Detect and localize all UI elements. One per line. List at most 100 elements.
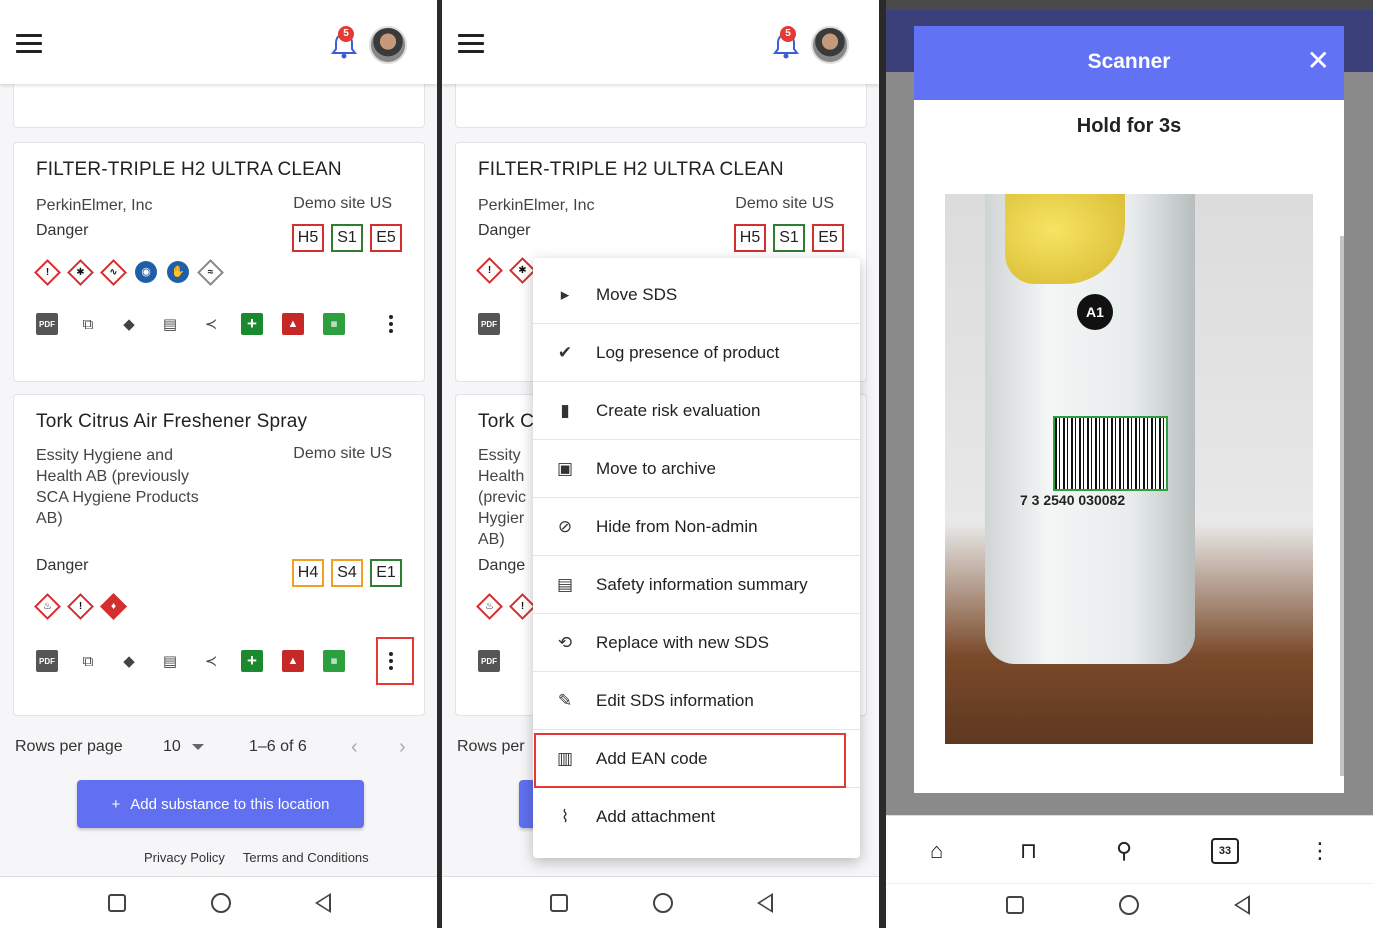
first-aid-icon[interactable]: + [241, 313, 263, 335]
card-actions: PDF ⧉ ◆ ▤ ≺ + ▲ ▦ [36, 650, 345, 672]
recent-apps-icon[interactable] [108, 894, 126, 912]
fire-safety-icon[interactable]: ▲ [282, 313, 304, 335]
menu-item-label: Create risk evaluation [596, 400, 761, 420]
privacy-policy-link[interactable]: Privacy Policy [144, 850, 225, 865]
safety-risk-code: S1 [331, 224, 363, 252]
menu-item-log-presence[interactable]: ✔ Log presence of product [533, 324, 860, 382]
tag-icon[interactable]: ◆ [118, 313, 140, 335]
notifications-bell-icon[interactable]: 5 [331, 26, 357, 60]
camera-preview: A1 7 3 2540 030082 [945, 194, 1313, 744]
pdf-icon[interactable]: PDF [478, 650, 500, 672]
barcode-number: 7 3 2540 030082 [1020, 492, 1126, 508]
substance-title[interactable]: Tork Citrus Air Freshener Spray [36, 411, 307, 433]
chevron-down-icon[interactable] [192, 744, 204, 750]
menu-item-move-sds[interactable]: ▸ Move SDS [533, 266, 860, 324]
back-icon[interactable] [1234, 895, 1250, 915]
signal-word: Danger [36, 222, 89, 239]
flammable-hazard-icon: ♨ [34, 593, 61, 620]
add-substance-label: Add substance to this location [130, 795, 330, 813]
close-icon[interactable]: ✕ [1307, 46, 1330, 76]
terms-link[interactable]: Terms and Conditions [243, 850, 369, 865]
menu-item-label: Safety information summary [596, 574, 808, 594]
menu-item-label: Log presence of product [596, 342, 780, 362]
health-risk-code: H5 [292, 224, 324, 252]
substance-card[interactable]: FILTER-TRIPLE H2 ULTRA CLEAN PerkinElmer… [13, 142, 425, 382]
risk-codes: H5 S1 E5 [292, 224, 402, 252]
print-log-icon[interactable]: ▤ [159, 313, 181, 335]
environment-hazard-icon: ≈ [197, 258, 224, 286]
label-icon[interactable]: ▦ [323, 313, 345, 335]
label-icon[interactable]: ▦ [323, 650, 345, 672]
menu-item-create-risk-evaluation[interactable]: ▮ Create risk evaluation [533, 382, 860, 440]
menu-icon[interactable] [16, 34, 42, 54]
hazard-pictograms: ! ✱ ∿ ◉ ✋ ≈ [34, 258, 224, 286]
menu-item-move-to-archive[interactable]: ▣ Move to archive [533, 440, 860, 498]
search-icon[interactable]: ⚲ [1116, 838, 1132, 864]
recent-apps-icon[interactable] [550, 894, 568, 912]
pdf-icon[interactable]: PDF [478, 313, 500, 335]
substance-title[interactable]: FILTER-TRIPLE H2 ULTRA CLEAN [36, 159, 342, 181]
home-icon[interactable] [653, 893, 673, 913]
dimmed-status-area [886, 0, 1373, 10]
rows-per-page-select[interactable]: 10 [163, 738, 181, 756]
app-bar: 5 [0, 0, 437, 84]
add-substance-button[interactable]: + Add substance to this location [77, 780, 364, 828]
menu-item-edit-sds[interactable]: ✎ Edit SDS information [533, 672, 860, 730]
exclamation-hazard-icon: ! [509, 593, 536, 620]
notifications-bell-icon[interactable]: 5 [773, 26, 799, 60]
signal-word: Danger [36, 557, 89, 574]
menu-item-add-attachment[interactable]: ⌇ Add attachment [533, 788, 860, 846]
home-icon[interactable] [211, 893, 231, 913]
summary-document-icon: ▤ [556, 574, 574, 594]
fire-safety-icon[interactable]: ▲ [282, 650, 304, 672]
substance-title[interactable]: FILTER-TRIPLE H2 ULTRA CLEAN [478, 159, 784, 181]
exclamation-hazard-icon: ! [67, 593, 94, 620]
supplier-name: PerkinElmer, Inc [36, 197, 153, 214]
open-external-icon[interactable]: ⧉ [77, 313, 99, 335]
pdf-icon[interactable]: PDF [36, 650, 58, 672]
notification-badge: 5 [780, 26, 796, 42]
corrosive-hazard-icon: ∿ [100, 258, 127, 286]
tabs-count-icon[interactable]: 33 [1211, 838, 1239, 864]
document-icon: ▮ [560, 400, 570, 420]
hazard-pictograms: ♨ ! [476, 593, 536, 620]
share-icon[interactable]: ≺ [200, 313, 222, 335]
eye-protection-icon: ◉ [135, 261, 157, 283]
system-nav-bar [886, 883, 1373, 928]
print-log-icon[interactable]: ▤ [159, 650, 181, 672]
environment-risk-code: E5 [812, 224, 844, 252]
menu-item-safety-info-summary[interactable]: ▤ Safety information summary [533, 556, 860, 614]
lemon-graphic [1005, 194, 1125, 284]
more-options-icon[interactable] [384, 313, 398, 335]
home-icon[interactable] [1119, 895, 1139, 915]
share-icon[interactable]: ≺ [200, 650, 222, 672]
back-icon[interactable] [757, 893, 773, 913]
system-nav-bar [0, 876, 437, 928]
substance-card[interactable]: Tork Citrus Air Freshener Spray Essity H… [13, 394, 425, 716]
bookmark-icon[interactable]: ⊓ [1020, 838, 1037, 864]
pdf-icon[interactable]: PDF [36, 313, 58, 335]
menu-item-hide-from-non-admin[interactable]: ⊘ Hide from Non-admin [533, 498, 860, 556]
menu-item-replace-sds[interactable]: ⟲ Replace with new SDS [533, 614, 860, 672]
user-avatar[interactable] [811, 26, 849, 64]
risk-codes: H4 S4 E1 [292, 559, 402, 587]
menu-item-label: Replace with new SDS [596, 632, 769, 652]
first-aid-icon[interactable]: + [241, 650, 263, 672]
previous-page-icon[interactable]: ‹ [351, 736, 358, 759]
scrollbar[interactable] [1340, 236, 1344, 776]
recent-apps-icon[interactable] [1006, 896, 1024, 914]
tag-icon[interactable]: ◆ [118, 650, 140, 672]
menu-icon[interactable] [458, 34, 484, 54]
signal-word: Danger [478, 222, 531, 239]
back-icon[interactable] [315, 893, 331, 913]
more-options-icon[interactable]: ⋮ [1309, 838, 1331, 864]
next-page-icon[interactable]: › [399, 736, 406, 759]
substance-title[interactable]: Tork C [478, 411, 534, 433]
rows-per-page-label: Rows per page [15, 738, 123, 755]
risk-codes: H5 S1 E5 [734, 224, 844, 252]
user-avatar[interactable] [369, 26, 407, 64]
archive-icon: ▣ [556, 458, 574, 478]
open-external-icon[interactable]: ⧉ [77, 650, 99, 672]
home-icon[interactable]: ⌂ [930, 838, 943, 864]
health-risk-code: H4 [292, 559, 324, 587]
